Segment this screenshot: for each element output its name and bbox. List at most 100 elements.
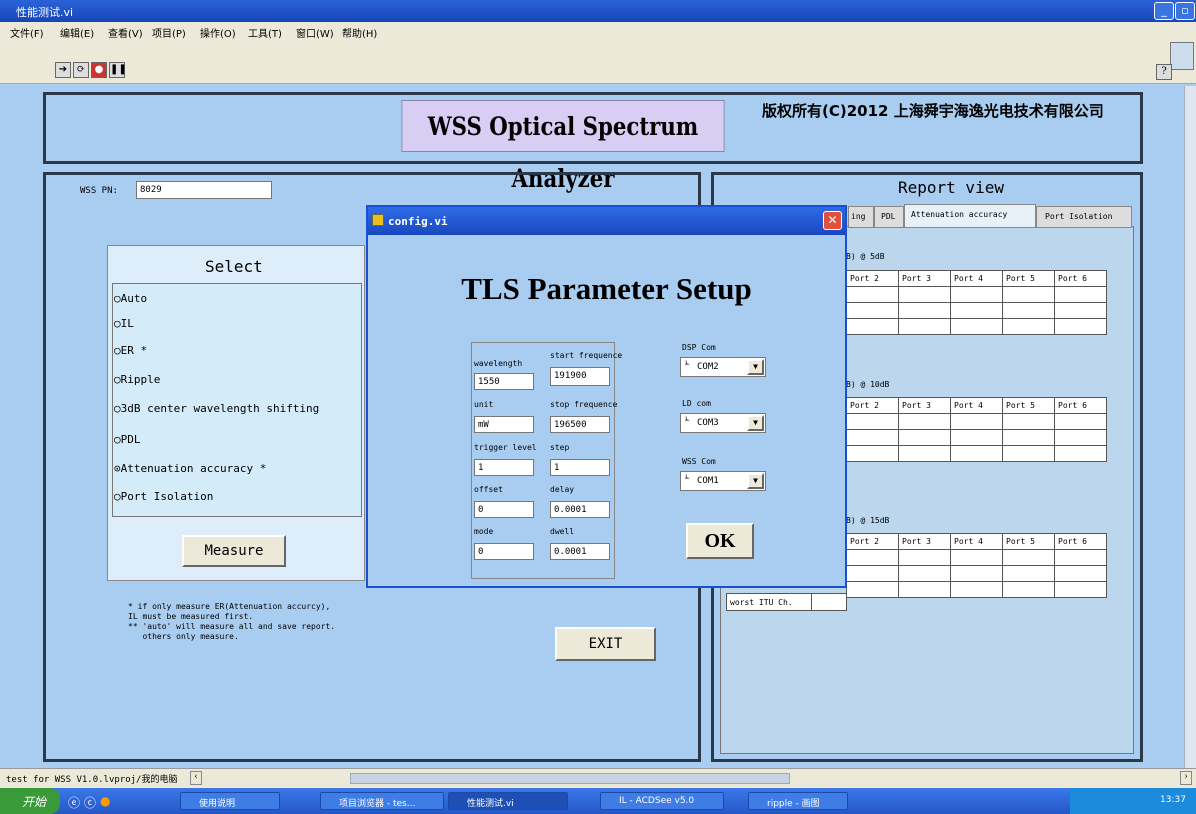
- port-header: Port 6: [1054, 533, 1107, 550]
- port-header: Port 6: [1054, 397, 1107, 414]
- port-header: Port 4: [950, 397, 1003, 414]
- stop-frequence-label: stop frequence: [550, 400, 618, 409]
- start-button[interactable]: 开始: [0, 788, 60, 814]
- port-header: Port 5: [1002, 397, 1055, 414]
- menu-file[interactable]: 文件(F): [10, 25, 44, 40]
- media-icon[interactable]: ●: [100, 794, 110, 808]
- run-continuous-icon[interactable]: ⟳: [73, 62, 89, 78]
- visa-icon: ⅟: [685, 474, 690, 483]
- dwell-input[interactable]: 0.0001: [550, 543, 610, 560]
- chevron-down-icon[interactable]: ▼: [747, 415, 764, 431]
- port-header: Port 5: [1002, 270, 1055, 287]
- task-performance-vi[interactable]: 性能测试.vi: [448, 792, 568, 810]
- run-arrow-icon[interactable]: ➔: [55, 62, 71, 78]
- measure-button[interactable]: Measure: [182, 535, 286, 567]
- mode-label: mode: [474, 527, 494, 536]
- option-3db-shift[interactable]: ○3dB center wavelength shifting: [114, 402, 319, 415]
- ie-icon[interactable]: ⓔ: [68, 794, 80, 811]
- dialog-close-button[interactable]: ✕: [823, 211, 842, 230]
- wss-com-label: WSS Com: [682, 457, 716, 466]
- option-attenuation-accuracy[interactable]: ⊙Attenuation accuracy *: [114, 462, 266, 475]
- trigger-level-input[interactable]: 1: [474, 459, 534, 476]
- browser-icon[interactable]: ⓒ: [84, 794, 96, 811]
- tab-pdl[interactable]: PDL: [874, 206, 904, 228]
- exit-button[interactable]: EXIT: [555, 627, 656, 661]
- dialog-body: TLS Parameter Setup wavelength 1550 star…: [368, 235, 845, 586]
- menu-edit[interactable]: 编辑(E): [60, 25, 94, 40]
- abort-icon[interactable]: ●: [91, 62, 107, 78]
- mode-input[interactable]: 0: [474, 543, 534, 560]
- ok-button[interactable]: OK: [686, 523, 754, 559]
- port-header: Port 2: [846, 270, 899, 287]
- copyright-text: 版权所有(C)2012 上海舜宇海逸光电技术有限公司: [762, 102, 1104, 120]
- clock: 13:37: [1160, 795, 1186, 805]
- menu-project[interactable]: 项目(P): [152, 25, 186, 40]
- wavelength-label: wavelength: [474, 359, 523, 368]
- chevron-down-icon[interactable]: ▼: [747, 473, 764, 489]
- visa-icon: ⅟: [685, 416, 690, 425]
- dsp-com-select[interactable]: COM2 ⅟ ▼: [680, 357, 766, 377]
- option-auto[interactable]: ○Auto: [114, 292, 147, 305]
- tab-attenuation-accuracy[interactable]: Attenuation accuracy: [904, 204, 1036, 228]
- ld-com-select[interactable]: COM3 ⅟ ▼: [680, 413, 766, 433]
- wavelength-input[interactable]: 1550: [474, 373, 534, 390]
- window-title: 性能测试.vi: [16, 6, 74, 19]
- menu-window[interactable]: 窗口(W): [296, 25, 334, 40]
- maximize-button[interactable]: ▫: [1175, 2, 1195, 20]
- trigger-level-label: trigger level: [474, 443, 537, 452]
- step-input[interactable]: 1: [550, 459, 610, 476]
- stop-frequence-input[interactable]: 196500: [550, 416, 610, 433]
- select-list: [112, 283, 362, 517]
- option-il[interactable]: ○IL: [114, 317, 134, 330]
- menu-tools[interactable]: 工具(T): [248, 25, 282, 40]
- tab-port-isolation[interactable]: Port Isolation: [1036, 206, 1132, 228]
- pn-label: WSS PN:: [80, 186, 118, 196]
- worst-itu-cell: [811, 593, 847, 611]
- menu-operate[interactable]: 操作(O): [200, 25, 236, 40]
- port-header: Port 4: [950, 270, 1003, 287]
- dialog-titlebar: config.vi ✕: [368, 207, 845, 235]
- wss-com-select[interactable]: COM1 ⅟ ▼: [680, 471, 766, 491]
- help-icon[interactable]: ?: [1156, 64, 1172, 80]
- table-5db: Port 2 Port 3 Port 4 Port 5 Port 6: [846, 270, 1107, 335]
- task-project-explorer[interactable]: 项目浏览器 - tes...: [320, 792, 444, 810]
- section-label-5db: B) @ 5dB: [846, 252, 885, 261]
- horizontal-scroll-thumb[interactable]: [350, 773, 790, 784]
- task-usage-doc[interactable]: 使用说明: [180, 792, 280, 810]
- app-banner: WSS Optical Spectrum Analyzer: [401, 100, 725, 193]
- menu-view[interactable]: 查看(V): [108, 25, 143, 40]
- unit-input[interactable]: mW: [474, 416, 534, 433]
- option-pdl[interactable]: ○PDL: [114, 433, 141, 446]
- option-ripple[interactable]: ○Ripple: [114, 373, 160, 386]
- port-header: Port 3: [898, 533, 951, 550]
- ld-com-label: LD com: [682, 399, 711, 408]
- dialog-heading: TLS Parameter Setup: [461, 271, 752, 306]
- tab-ripple[interactable]: ing: [848, 206, 874, 228]
- task-acdsee[interactable]: IL - ACDSee v5.0: [600, 792, 724, 810]
- section-label-10db: B) @ 10dB: [846, 380, 890, 389]
- pause-icon[interactable]: ❚❚: [109, 62, 127, 78]
- start-frequence-input[interactable]: 191900: [550, 367, 610, 386]
- select-title: Select: [205, 257, 263, 276]
- step-label: step: [550, 443, 570, 452]
- option-er[interactable]: ○ER *: [114, 344, 147, 357]
- menu-help[interactable]: 帮助(H): [342, 25, 377, 40]
- window-titlebar: 性能测试.vi _ ▫: [0, 0, 1196, 22]
- scroll-right-icon[interactable]: ›: [1180, 771, 1192, 785]
- taskbar: 开始 ⓔ ⓒ ● 使用说明 项目浏览器 - tes... 性能测试.vi IL …: [0, 788, 1196, 814]
- notes: * if only measure ER(Attenuation accurcy…: [128, 602, 336, 641]
- chevron-down-icon[interactable]: ▼: [747, 359, 764, 375]
- task-paint[interactable]: ripple - 画图: [748, 792, 848, 810]
- delay-input[interactable]: 0.0001: [550, 501, 610, 518]
- report-title: Report view: [898, 178, 1004, 197]
- option-port-isolation[interactable]: ○Port Isolation: [114, 490, 213, 503]
- minimize-button[interactable]: _: [1154, 2, 1174, 20]
- pn-input[interactable]: 8029: [136, 181, 272, 199]
- visa-icon: ⅟: [685, 360, 690, 369]
- port-header: Port 3: [898, 397, 951, 414]
- port-header: Port 2: [846, 533, 899, 550]
- vertical-scrollbar[interactable]: [1184, 86, 1196, 768]
- worst-itu-label: worst ITU Ch.: [726, 593, 812, 611]
- scroll-left-icon[interactable]: ‹: [190, 771, 202, 785]
- offset-input[interactable]: 0: [474, 501, 534, 518]
